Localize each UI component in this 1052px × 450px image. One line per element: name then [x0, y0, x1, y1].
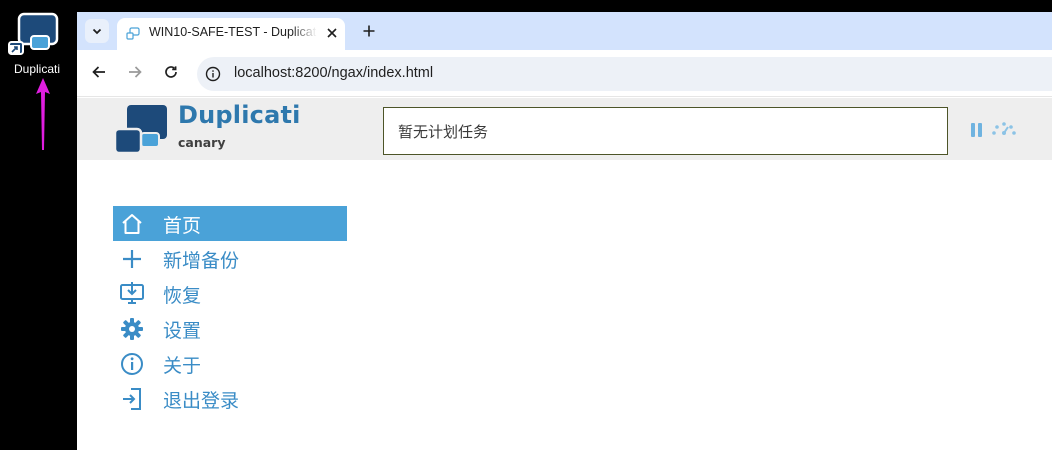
menu-item-settings[interactable]: 设置 — [113, 311, 347, 346]
gear-icon — [119, 316, 145, 342]
plus-icon — [119, 246, 145, 272]
tab-strip: WIN10-SAFE-TEST - Duplicati — [77, 12, 1052, 50]
forward-button[interactable] — [125, 62, 145, 82]
close-icon — [327, 28, 337, 38]
throttle-gauge-icon[interactable] — [991, 121, 1017, 137]
menu-label-restore: 恢复 — [163, 285, 202, 307]
url-host: localhost — [234, 65, 292, 81]
new-tab-button[interactable] — [359, 21, 379, 41]
info-icon — [119, 351, 145, 377]
duplicati-favicon-icon — [126, 27, 140, 40]
menu-item-add-backup[interactable]: 新增备份 — [113, 241, 347, 276]
brand-title: Duplicati — [178, 101, 301, 129]
back-button[interactable] — [89, 62, 109, 82]
browser-window: WIN10-SAFE-TEST - Duplicati localhost:82… — [77, 12, 1052, 450]
app-header: Duplicati canary 暂无计划任务 — [77, 98, 1052, 160]
restore-icon — [119, 281, 145, 307]
menu-label-add-backup: 新增备份 — [163, 250, 240, 272]
reload-icon — [165, 66, 177, 78]
tab-search-button[interactable] — [85, 19, 109, 43]
chevron-down-icon — [92, 28, 102, 35]
arrow-right-icon — [129, 66, 142, 78]
url-path: :8200/ngax/index.html — [291, 65, 434, 81]
annotation-arrow-icon — [36, 78, 50, 150]
browser-toolbar: localhost:8200/ngax/index.html — [77, 50, 1052, 97]
home-icon — [119, 211, 145, 237]
menu-label-settings: 设置 — [163, 320, 202, 342]
menu-item-restore[interactable]: 恢复 — [113, 276, 347, 311]
tab-title: WIN10-SAFE-TEST - Duplicati — [149, 25, 317, 39]
status-text: 暂无计划任务 — [398, 123, 489, 141]
duplicati-app-icon — [8, 12, 59, 55]
main-menu: 首页 新增备份 恢复 设置 关于 退出登录 — [113, 206, 347, 416]
site-info-icon[interactable] — [205, 66, 221, 82]
desktop: Duplicati — [0, 0, 77, 450]
address-bar[interactable]: localhost:8200/ngax/index.html — [197, 57, 1052, 91]
status-panel[interactable]: 暂无计划任务 — [383, 107, 948, 155]
menu-label-home: 首页 — [163, 215, 202, 237]
reload-button[interactable] — [161, 62, 181, 82]
menu-label-about: 关于 — [163, 355, 202, 377]
brand-channel: canary — [178, 135, 226, 150]
menu-item-home[interactable]: 首页 — [113, 206, 347, 241]
menu-label-logout: 退出登录 — [163, 390, 240, 412]
menu-item-about[interactable]: 关于 — [113, 346, 347, 381]
pause-icon[interactable] — [970, 122, 984, 138]
desktop-icon-label: Duplicati — [13, 62, 61, 76]
arrow-left-icon — [92, 66, 105, 78]
tab-close-button[interactable] — [323, 24, 341, 42]
plus-icon — [363, 25, 375, 37]
duplicati-logo-icon — [113, 105, 167, 155]
browser-tab-active[interactable]: WIN10-SAFE-TEST - Duplicati — [117, 18, 345, 50]
menu-item-logout[interactable]: 退出登录 — [113, 381, 347, 416]
logout-icon — [119, 386, 145, 412]
url-text: localhost:8200/ngax/index.html — [234, 65, 433, 81]
